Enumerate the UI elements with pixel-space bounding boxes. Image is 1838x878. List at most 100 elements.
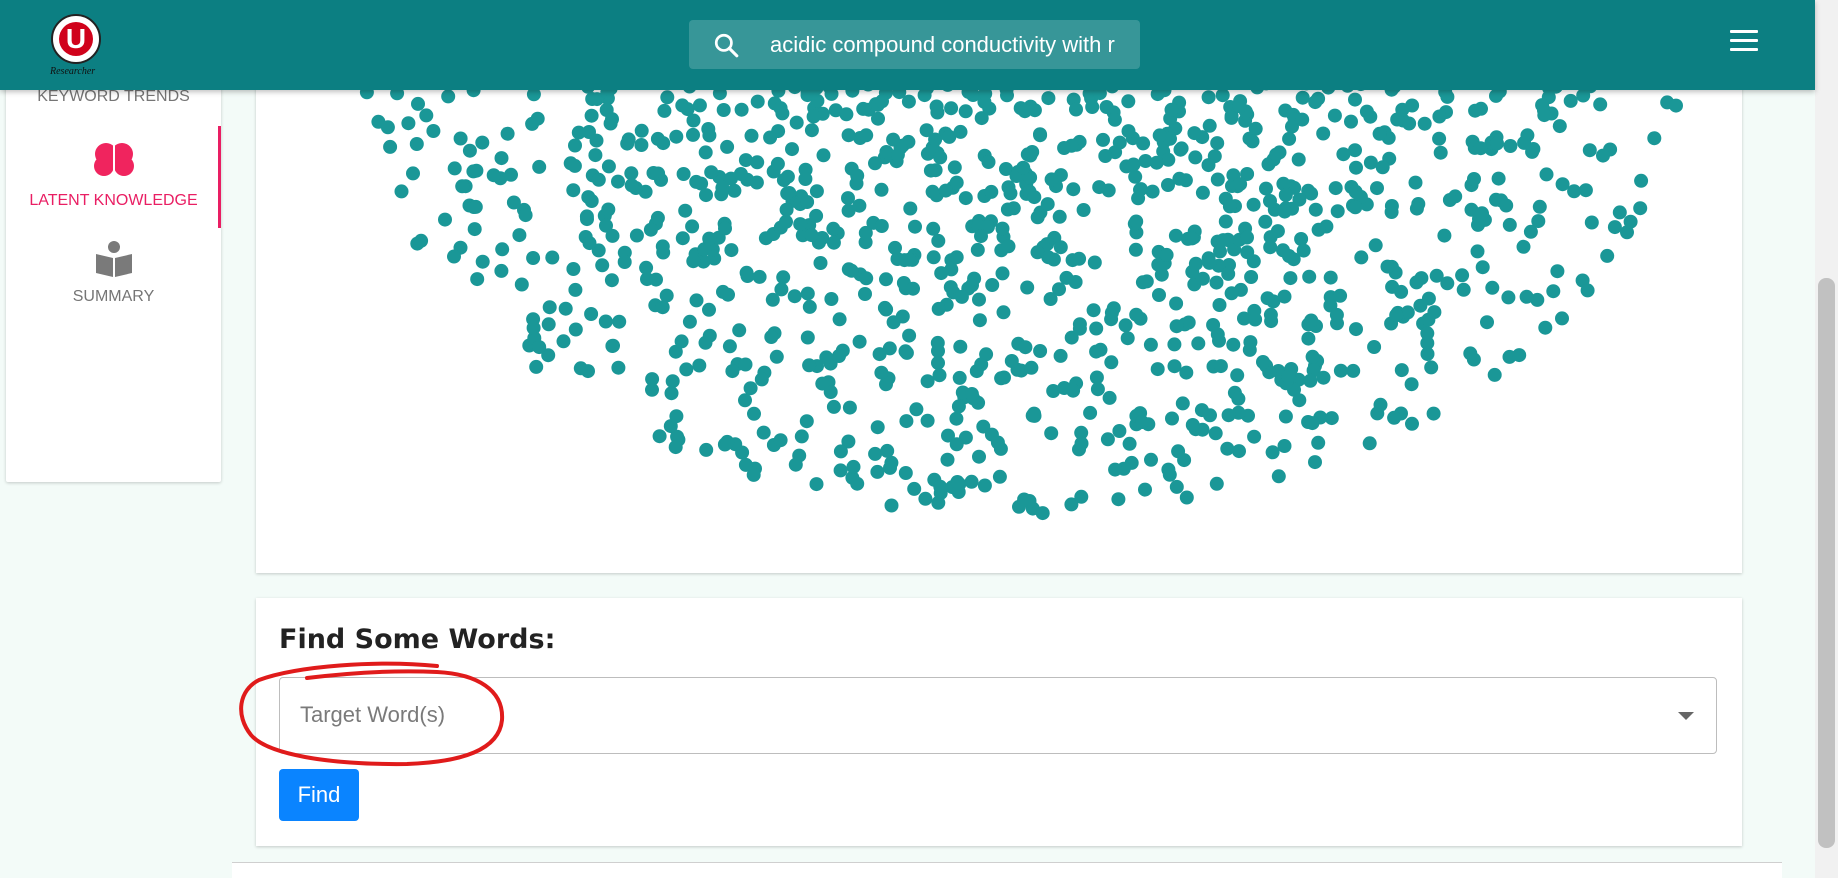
scatter-point <box>620 136 635 151</box>
scatter-point <box>1582 143 1597 158</box>
scatter-point <box>645 372 660 387</box>
search-icon[interactable] <box>713 32 739 58</box>
page-scrollbar[interactable] <box>1815 0 1838 878</box>
sidebar-item-keyword-trends[interactable]: KEYWORD TRENDS <box>6 88 221 106</box>
scatter-point <box>698 335 713 350</box>
scatter-point <box>468 199 483 214</box>
scrollbar-thumb[interactable] <box>1818 278 1835 848</box>
scatter-point <box>809 184 824 199</box>
scatter-point <box>612 314 627 329</box>
scatter-point <box>1143 337 1158 352</box>
scatter-point <box>624 166 639 181</box>
scatter-point <box>646 166 661 180</box>
scatter-point <box>932 368 947 383</box>
scatter-point <box>931 495 946 510</box>
scatter-point <box>1164 102 1179 117</box>
scatter-point <box>826 235 841 250</box>
scatter-point <box>949 437 964 452</box>
scatter-point <box>1429 268 1444 283</box>
scatter-point <box>1222 199 1237 214</box>
scatter-point <box>858 287 872 301</box>
scatter-point <box>566 183 581 198</box>
scatter-point <box>749 175 764 190</box>
scatter-point <box>1107 112 1122 127</box>
sidebar-item-latent-knowledge[interactable]: LATENT KNOWLEDGE <box>6 126 221 228</box>
scatter-point <box>1172 171 1187 186</box>
chevron-down-icon[interactable] <box>1678 712 1694 720</box>
scatter-point <box>1215 88 1230 103</box>
scatter-point <box>740 269 755 283</box>
hamburger-menu-icon[interactable] <box>1730 30 1760 56</box>
scatter-point <box>770 156 785 171</box>
scatter-point <box>931 233 946 248</box>
scatter-point <box>1354 250 1369 265</box>
scatter-point <box>1432 131 1447 146</box>
scatter-point <box>1210 136 1225 151</box>
scatter-point <box>1201 90 1216 105</box>
scatter-point <box>1333 363 1348 378</box>
scatter-point <box>568 138 582 153</box>
scatter-point <box>1408 175 1423 190</box>
scatter-point <box>462 143 477 158</box>
scatter-point <box>649 272 663 287</box>
scatter-point <box>580 212 594 227</box>
scatter-point <box>993 441 1008 456</box>
scatter-point <box>800 195 815 209</box>
scatter-point <box>1258 214 1273 229</box>
scatter-point <box>1473 141 1488 156</box>
scatter-point <box>720 139 735 154</box>
scatter-point <box>1555 311 1569 326</box>
scatter-point <box>858 225 873 240</box>
find-button[interactable]: Find <box>279 769 359 821</box>
scatter-point <box>964 474 979 489</box>
scatter-point <box>686 127 700 142</box>
scatter-point <box>846 459 861 474</box>
scatter-point <box>958 104 973 119</box>
scatter-point <box>655 300 670 315</box>
scatter-point <box>1150 362 1165 377</box>
scatter-point <box>556 334 571 349</box>
scatter-point <box>634 138 649 152</box>
scatter-point <box>1074 436 1089 451</box>
scatter-point <box>467 222 482 237</box>
scatter-point <box>1295 112 1310 127</box>
scatter-point <box>875 94 889 109</box>
app-logo[interactable]: U Researcher <box>46 10 110 80</box>
scatter-point <box>1121 124 1136 139</box>
scatter-point <box>1265 445 1280 460</box>
search-bar[interactable]: acidic compound conductivity with r <box>689 20 1140 69</box>
scatter-point <box>1387 410 1402 425</box>
search-input[interactable]: acidic compound conductivity with r <box>770 32 1130 58</box>
scatter-point <box>532 340 547 355</box>
scatter-point <box>1260 291 1275 306</box>
scatter-point <box>1368 238 1383 253</box>
scatter-point <box>1043 292 1058 306</box>
scatter-point <box>1216 233 1231 248</box>
scatter-point <box>611 360 626 375</box>
scatter-point <box>1440 89 1455 104</box>
scatter-point <box>868 156 882 171</box>
scatter-point <box>879 272 893 287</box>
scatter-point <box>585 92 600 106</box>
scatter-point <box>733 167 748 181</box>
scatter-point <box>1311 435 1326 450</box>
scatter-point <box>1102 390 1117 405</box>
scatter-point <box>1263 240 1278 255</box>
sidebar-item-summary[interactable]: SUMMARY <box>6 240 221 306</box>
scatter-point <box>1209 476 1224 491</box>
target-words-select[interactable]: Target Word(s) <box>279 677 1717 754</box>
scatter-point <box>571 125 586 140</box>
scatter-point <box>724 243 739 258</box>
scatter-point <box>798 172 813 186</box>
scatter-point <box>1567 184 1582 199</box>
scatter-point <box>1201 158 1216 173</box>
scatter-point <box>1404 377 1419 392</box>
scatter-point <box>1218 214 1233 229</box>
scatter-point <box>859 271 874 286</box>
scatter-point <box>931 355 945 370</box>
scatter-point <box>1311 222 1326 237</box>
scatter-point <box>1402 116 1417 131</box>
scatter-point <box>1128 242 1143 257</box>
scatter-point <box>773 101 788 116</box>
scatter-point <box>1303 373 1318 388</box>
